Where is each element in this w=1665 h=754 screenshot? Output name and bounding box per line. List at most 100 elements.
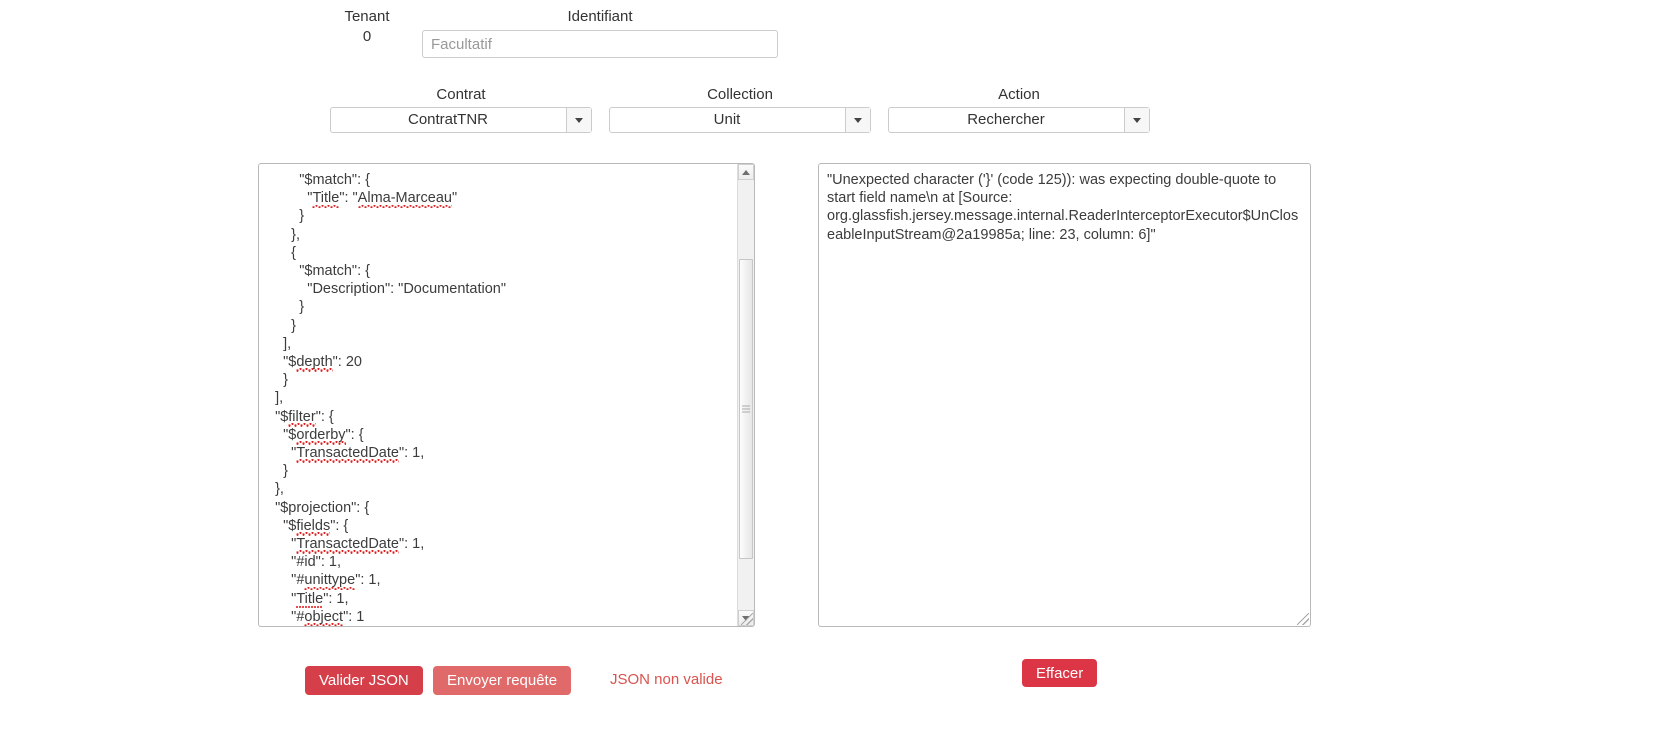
action-select[interactable]: Rechercher bbox=[888, 107, 1150, 133]
collection-label: Collection bbox=[609, 86, 871, 104]
identifiant-input[interactable] bbox=[422, 30, 778, 58]
json-query-editor[interactable]: "$match": { "Title": "Alma-Marceau" } },… bbox=[258, 163, 755, 627]
chevron-down-icon[interactable] bbox=[1124, 108, 1149, 132]
scrollbar-thumb[interactable] bbox=[739, 259, 753, 559]
json-token: ": { bbox=[316, 409, 334, 425]
json-token: " bbox=[452, 190, 457, 206]
json-line: } bbox=[267, 462, 731, 480]
identifiant-field-group: Identifiant bbox=[422, 8, 778, 58]
json-line: "Description": "Documentation" bbox=[267, 280, 731, 298]
json-token: ": { bbox=[346, 427, 364, 443]
json-token: ], bbox=[275, 390, 283, 406]
misspelled-token: depth bbox=[296, 354, 332, 372]
chevron-down-icon[interactable] bbox=[845, 108, 870, 132]
json-line: } bbox=[267, 371, 731, 389]
tenant-label: Tenant bbox=[330, 8, 404, 26]
json-token: "$match": { bbox=[299, 172, 370, 188]
action-selected-value: Rechercher bbox=[967, 108, 1071, 132]
contrat-select[interactable]: ContratTNR bbox=[330, 107, 592, 133]
json-line: "$match": { bbox=[267, 262, 731, 280]
json-token: ": { bbox=[330, 518, 348, 534]
clear-button[interactable]: Effacer bbox=[1022, 659, 1097, 687]
json-token: } bbox=[299, 299, 304, 315]
json-line: "#unittype": 1, bbox=[267, 571, 731, 589]
json-token: "$ bbox=[283, 518, 296, 534]
json-token: "$ bbox=[283, 354, 296, 370]
contrat-selected-value: ContratTNR bbox=[408, 108, 514, 132]
misspelled-token: Alma-Marceau bbox=[358, 190, 452, 208]
json-token: ": 1 bbox=[343, 609, 364, 625]
response-editor-resize-handle[interactable] bbox=[1297, 613, 1309, 625]
json-line: }, bbox=[267, 480, 731, 498]
collection-selected-value: Unit bbox=[714, 108, 767, 132]
json-line: ], bbox=[267, 335, 731, 353]
json-token: "$ bbox=[275, 409, 288, 425]
json-token: "$projection": { bbox=[275, 500, 369, 516]
json-token: } bbox=[283, 372, 288, 388]
tenant-value: 0 bbox=[330, 26, 404, 48]
chevron-down-icon[interactable] bbox=[566, 108, 591, 132]
json-response-editor[interactable]: "Unexpected character ('}' (code 125)): … bbox=[818, 163, 1311, 627]
json-line: "#id": 1, bbox=[267, 553, 731, 571]
json-line: } bbox=[267, 298, 731, 316]
misspelled-token: unittype bbox=[304, 572, 355, 590]
query-editor-resize-handle[interactable] bbox=[741, 613, 753, 625]
json-token: "# bbox=[291, 572, 304, 588]
json-validation-status: JSON non valide bbox=[610, 671, 723, 689]
json-token: "$ bbox=[283, 427, 296, 443]
action-label: Action bbox=[888, 86, 1150, 104]
json-response-content: "Unexpected character ('}' (code 125)): … bbox=[827, 171, 1302, 244]
json-line: } bbox=[267, 317, 731, 335]
json-token: } bbox=[299, 208, 304, 224]
action-field-group: Action Rechercher bbox=[888, 86, 1150, 133]
misspelled-token: TransactedDate bbox=[296, 536, 399, 554]
misspelled-token: object bbox=[304, 609, 343, 626]
json-token: ": 1, bbox=[399, 445, 424, 461]
json-line: "$filter": { bbox=[267, 408, 731, 426]
json-token: ], bbox=[283, 336, 291, 352]
json-token: { bbox=[291, 245, 296, 261]
json-token: "$match": { bbox=[299, 263, 370, 279]
json-line: "$depth": 20 bbox=[267, 353, 731, 371]
validate-json-button[interactable]: Valider JSON bbox=[305, 666, 423, 695]
json-token: } bbox=[291, 318, 296, 334]
json-line: "#object": 1 bbox=[267, 608, 731, 626]
json-line: "$orderby": { bbox=[267, 426, 731, 444]
json-token: }, bbox=[275, 481, 284, 497]
misspelled-token: orderby bbox=[296, 427, 345, 445]
misspelled-token: Title bbox=[312, 190, 339, 208]
json-token: ": " bbox=[339, 190, 357, 206]
json-line: "TransactedDate": 1, bbox=[267, 535, 731, 553]
json-token: ": 1, bbox=[399, 536, 424, 552]
json-line: "TransactedDate": 1, bbox=[267, 444, 731, 462]
contrat-field-group: Contrat ContratTNR bbox=[330, 86, 592, 133]
identifiant-label: Identifiant bbox=[422, 8, 778, 26]
json-line: "Title": 1, bbox=[267, 590, 731, 608]
query-editor-scrollbar[interactable] bbox=[737, 164, 754, 626]
misspelled-token: TransactedDate bbox=[296, 445, 399, 463]
json-line: "$fields": { bbox=[267, 517, 731, 535]
scrollbar-grip-icon bbox=[742, 406, 750, 413]
json-query-content[interactable]: "$match": { "Title": "Alma-Marceau" } },… bbox=[259, 164, 737, 626]
json-token: "#id": 1, bbox=[291, 554, 341, 570]
json-line: ], bbox=[267, 389, 731, 407]
json-line: "$projection": { bbox=[267, 499, 731, 517]
json-line: "$match": { bbox=[267, 171, 731, 189]
json-line: "Title": "Alma-Marceau" bbox=[267, 189, 731, 207]
json-line: { bbox=[267, 244, 731, 262]
json-token: ": 1, bbox=[355, 572, 380, 588]
json-line: }, bbox=[267, 226, 731, 244]
json-token: "Description": "Documentation" bbox=[307, 281, 506, 297]
send-request-button[interactable]: Envoyer requête bbox=[433, 666, 571, 695]
collection-field-group: Collection Unit bbox=[609, 86, 871, 133]
contrat-label: Contrat bbox=[330, 86, 592, 104]
json-token: } bbox=[283, 463, 288, 479]
json-line: } bbox=[267, 207, 731, 225]
tenant-field-group: Tenant 0 bbox=[330, 8, 404, 48]
misspelled-token: filter bbox=[288, 409, 315, 427]
json-token: }, bbox=[291, 227, 300, 243]
scroll-up-arrow-icon[interactable] bbox=[738, 164, 754, 180]
collection-select[interactable]: Unit bbox=[609, 107, 871, 133]
misspelled-token: fields bbox=[296, 518, 330, 536]
json-token: ": 20 bbox=[333, 354, 362, 370]
